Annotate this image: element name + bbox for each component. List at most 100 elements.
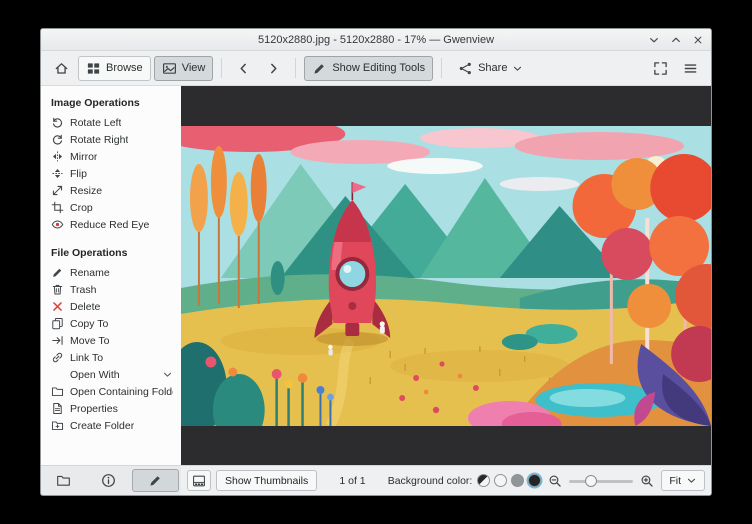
move-arrow-icon	[51, 334, 64, 347]
red-eye-icon	[51, 218, 64, 231]
content-area: Image Operations Rotate Left Rotate Righ…	[41, 86, 711, 465]
browse-grid-icon	[86, 61, 101, 76]
background-color-label: Background color:	[387, 474, 473, 487]
sidebar-item-reduce-red-eye[interactable]: Reduce Red Eye	[41, 216, 181, 233]
chevron-down-icon	[162, 369, 173, 380]
browse-label: Browse	[106, 62, 143, 74]
item-label: Rotate Right	[70, 133, 129, 146]
rotate-left-icon	[51, 116, 64, 129]
item-label: Properties	[70, 402, 118, 415]
background-swatch-light[interactable]	[494, 474, 508, 487]
titlebar[interactable]: 5120x2880.jpg - 5120x2880 - 17% — Gwenvi…	[41, 29, 711, 51]
copy-icon	[51, 317, 64, 330]
sidebar-item-open-containing-folder[interactable]: Open Containing Folder	[41, 383, 181, 400]
sidebar-item-crop[interactable]: Crop	[41, 199, 181, 216]
mirror-icon	[51, 150, 64, 163]
folder-icon	[51, 385, 64, 398]
item-label: Flip	[70, 167, 87, 180]
zoom-mode-select[interactable]: Fit	[661, 470, 705, 491]
item-label: Create Folder	[70, 419, 135, 432]
zoom-in-button[interactable]	[638, 472, 656, 490]
zoom-slider[interactable]	[569, 472, 634, 490]
show-editing-tools-label: Show Editing Tools	[332, 62, 426, 74]
thumbnail-bar-toggle-button[interactable]	[187, 470, 211, 491]
fullscreen-button[interactable]	[647, 56, 674, 81]
hamburger-menu-icon	[683, 61, 698, 76]
show-thumbnails-button[interactable]: Show Thumbnails	[216, 470, 318, 491]
go-back-button[interactable]	[230, 56, 257, 81]
sidebar-item-create-folder[interactable]: Create Folder	[41, 417, 181, 434]
home-button[interactable]	[48, 56, 75, 81]
view-label: View	[181, 62, 206, 74]
sidebar-tab-operations[interactable]	[132, 469, 180, 492]
folder-new-icon	[51, 419, 64, 432]
sidebar-item-move-to[interactable]: Move To	[41, 332, 181, 349]
item-label: Reduce Red Eye	[70, 218, 150, 231]
browse-button[interactable]: Browse	[78, 55, 151, 81]
main-toolbar: Browse View Show Editing Tools Share	[41, 51, 711, 86]
go-forward-button[interactable]	[260, 56, 287, 81]
thumbnail-bar-icon	[192, 474, 206, 488]
zoom-in-icon	[640, 474, 654, 488]
item-label: Crop	[70, 201, 93, 214]
background-swatch-auto[interactable]	[477, 474, 491, 487]
edit-pencil-icon	[148, 473, 163, 488]
rename-pencil-icon	[51, 266, 64, 279]
show-editing-tools-button[interactable]: Show Editing Tools	[304, 55, 434, 81]
item-label: Move To	[70, 334, 110, 347]
minimize-button[interactable]	[647, 33, 660, 46]
sidebar-tab-folders[interactable]	[41, 466, 86, 495]
flip-icon	[51, 167, 64, 180]
trash-icon	[51, 283, 64, 296]
chevron-down-icon	[686, 475, 697, 486]
window-title: 5120x2880.jpg - 5120x2880 - 17% — Gwenvi…	[257, 33, 495, 46]
zoom-out-icon	[548, 474, 562, 488]
zoom-slider-track	[569, 479, 634, 483]
desktop-background: 5120x2880.jpg - 5120x2880 - 17% — Gwenvi…	[0, 0, 752, 524]
toolbar-separator	[221, 58, 223, 78]
sidebar-item-open-with[interactable]: Open With	[41, 366, 181, 383]
menu-button[interactable]	[677, 56, 704, 81]
gwenview-window: 5120x2880.jpg - 5120x2880 - 17% — Gwenvi…	[40, 28, 712, 496]
chevron-left-icon	[236, 61, 251, 76]
folder-icon	[56, 473, 71, 488]
image-content	[181, 125, 711, 426]
zoom-slider-handle[interactable]	[584, 474, 597, 487]
delete-cross-icon	[51, 300, 64, 313]
sidebar-item-mirror[interactable]: Mirror	[41, 148, 181, 165]
sidebar-item-properties[interactable]: Properties	[41, 400, 181, 417]
item-label: Trash	[70, 283, 97, 296]
item-label: Mirror	[70, 150, 98, 163]
zoom-mode-value: Fit	[669, 474, 681, 487]
item-label: Open With	[70, 368, 120, 381]
image-counter: 1 of 1	[339, 474, 366, 487]
zoom-out-button[interactable]	[546, 472, 564, 490]
sidebar-item-trash[interactable]: Trash	[41, 281, 181, 298]
link-chain-icon	[51, 351, 64, 364]
sidebar-tab-information[interactable]	[86, 466, 131, 495]
image-viewport[interactable]	[181, 86, 711, 465]
sidebar-item-rename[interactable]: Rename	[41, 264, 181, 281]
home-icon	[54, 61, 69, 76]
sidebar-item-rotate-left[interactable]: Rotate Left	[41, 114, 181, 131]
sidebar-item-flip[interactable]: Flip	[41, 165, 181, 182]
maximize-button[interactable]	[669, 33, 682, 46]
info-icon	[101, 473, 116, 488]
background-swatch-dark[interactable]	[528, 474, 542, 487]
background-swatch-gray[interactable]	[511, 474, 525, 487]
share-button[interactable]: Share	[450, 56, 531, 81]
sidebar-item-rotate-right[interactable]: Rotate Right	[41, 131, 181, 148]
sidebar-item-link-to[interactable]: Link To	[41, 349, 181, 366]
item-label: Copy To	[70, 317, 109, 330]
share-icon	[458, 61, 473, 76]
sidebar-item-resize[interactable]: Resize	[41, 182, 181, 199]
background-color-swatches	[477, 474, 542, 487]
item-label: Open Containing Folder	[70, 385, 173, 398]
sidebar-item-delete[interactable]: Delete	[41, 298, 181, 315]
sidebar-item-copy-to[interactable]: Copy To	[41, 315, 181, 332]
view-button[interactable]: View	[153, 55, 214, 81]
close-button[interactable]	[691, 33, 704, 46]
item-label: Resize	[70, 184, 103, 197]
item-label: Link To	[70, 351, 104, 364]
